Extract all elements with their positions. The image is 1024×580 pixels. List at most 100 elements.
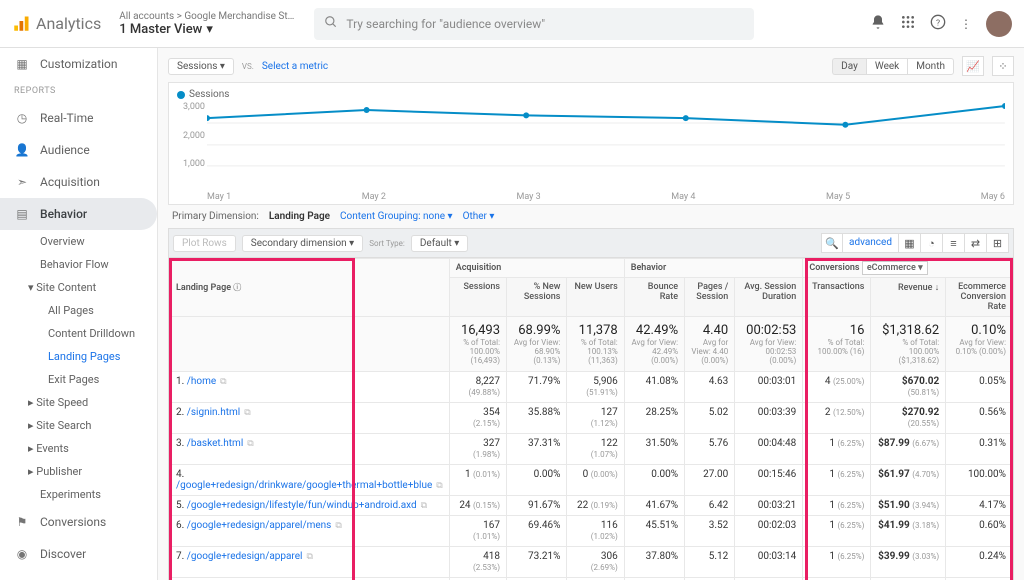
bell-icon[interactable] <box>870 14 886 33</box>
external-link-icon[interactable]: ⧉ <box>244 408 250 418</box>
table-row[interactable]: 3. /basket.html⧉ 327 (1.98%) 37.31% 122 … <box>170 434 1013 465</box>
table-view-icon[interactable]: ▦ <box>899 233 921 253</box>
topbar: Analytics All accounts > Google Merchand… <box>0 0 1024 48</box>
col-transactions[interactable]: Transactions <box>803 278 871 317</box>
sub-site-speed[interactable]: ▸ Site Speed <box>0 391 157 414</box>
sidebar-customization[interactable]: ▦ Customization <box>0 48 157 80</box>
sidebar-behavior[interactable]: ▤Behavior <box>0 198 157 230</box>
conversions-select[interactable]: eCommerce ▾ <box>862 261 928 275</box>
period-month[interactable]: Month <box>907 58 954 75</box>
select-metric-link[interactable]: Select a metric <box>262 61 328 72</box>
account-breadcrumb: All accounts > Google Merchandise St… <box>119 11 294 22</box>
avatar[interactable] <box>986 11 1012 37</box>
help-icon[interactable]: ? <box>930 14 946 33</box>
performance-view-icon[interactable]: ≡ <box>943 233 965 253</box>
primary-dim-value[interactable]: Landing Page <box>269 211 330 222</box>
sidebar-label: Acquisition <box>40 175 100 189</box>
totals-row: 16,493% of Total: 100.00% (16,493) 68.99… <box>170 317 1013 372</box>
apps-icon[interactable] <box>900 14 916 33</box>
account-switcher[interactable]: All accounts > Google Merchandise St… 1 … <box>119 11 294 37</box>
table-row[interactable]: 4. /google+redesign/drinkware/google+the… <box>170 465 1013 496</box>
group-conversions: Conversions eCommerce ▾ <box>803 259 1013 278</box>
external-link-icon[interactable]: ⧉ <box>436 481 442 491</box>
xtick: May 4 <box>671 192 695 202</box>
legend-dot-icon <box>177 91 185 99</box>
sub-content-drilldown[interactable]: Content Drilldown <box>0 322 157 345</box>
comparison-view-icon[interactable]: ⇄ <box>965 233 987 253</box>
col-new-users[interactable]: New Users <box>567 278 624 317</box>
secondary-dim-select[interactable]: Secondary dimension ▾ <box>242 235 363 252</box>
percent-view-icon[interactable]: ◔ <box>921 233 943 253</box>
sidebar-audience[interactable]: 👤Audience <box>0 134 157 166</box>
external-link-icon[interactable]: ⧉ <box>306 552 312 562</box>
col-ecr[interactable]: Ecommerce Conversion Rate <box>946 278 1013 317</box>
search-icon[interactable]: 🔍 <box>821 233 843 253</box>
sub-site-content[interactable]: ▾ Site Content <box>0 276 157 299</box>
other-link[interactable]: Other ▾ <box>463 211 495 222</box>
chart-dots-icon[interactable]: ⁘ <box>992 56 1014 76</box>
data-table: Landing Page ⓘ Acquisition Behavior Conv… <box>168 258 1014 580</box>
col-revenue[interactable]: Revenue ↓ <box>871 278 946 317</box>
external-link-icon[interactable]: ⧉ <box>220 377 226 387</box>
sub-experiments[interactable]: Experiments <box>0 483 157 506</box>
sidebar-label: Conversions <box>40 515 106 529</box>
sort-type-select[interactable]: Default ▾ <box>411 235 469 252</box>
landing-page-link[interactable]: /google+redesign/apparel/mens <box>187 520 332 531</box>
table-row[interactable]: 7. /google+redesign/apparel⧉ 418 (2.53%)… <box>170 547 1013 578</box>
sidebar-admin[interactable]: ⚙Admin <box>0 570 157 580</box>
plot-rows-button[interactable]: Plot Rows <box>173 235 236 252</box>
sub-publisher[interactable]: ▸ Publisher <box>0 460 157 483</box>
table-row[interactable]: 6. /google+redesign/apparel/mens⧉ 167 (1… <box>170 516 1013 547</box>
advanced-link[interactable]: advanced <box>843 233 899 253</box>
acquisition-icon: ➣ <box>14 174 30 190</box>
search-input[interactable]: Try searching for "audience overview" <box>314 8 754 40</box>
chevron-down-icon: ▾ <box>206 22 213 37</box>
sub-exit-pages[interactable]: Exit Pages <box>0 368 157 391</box>
col-landing-page[interactable]: Landing Page ⓘ <box>170 259 450 317</box>
col-sessions[interactable]: Sessions <box>449 278 506 317</box>
sub-events[interactable]: ▸ Events <box>0 437 157 460</box>
col-duration[interactable]: Avg. Session Duration <box>735 278 803 317</box>
period-toggle: Day Week Month <box>832 58 954 75</box>
sub-landing-pages[interactable]: Landing Pages <box>0 345 157 368</box>
bulb-icon: ◉ <box>14 546 30 562</box>
external-link-icon[interactable]: ⧉ <box>421 501 427 511</box>
sub-behavior-flow[interactable]: Behavior Flow <box>0 253 157 276</box>
sub-overview[interactable]: Overview <box>0 230 157 253</box>
ytick: 1,000 <box>177 159 205 169</box>
col-new-sessions[interactable]: % New Sessions <box>507 278 567 317</box>
sidebar-discover[interactable]: ◉Discover <box>0 538 157 570</box>
sub-all-pages[interactable]: All Pages <box>0 299 157 322</box>
xtick: May 2 <box>362 192 386 202</box>
sidebar-conversions[interactable]: ⚑Conversions <box>0 506 157 538</box>
period-day[interactable]: Day <box>832 58 866 75</box>
landing-page-link[interactable]: /signin.html <box>187 407 240 418</box>
analytics-logo-icon <box>12 15 30 33</box>
col-bounce[interactable]: Bounce Rate <box>624 278 684 317</box>
landing-page-link[interactable]: /google+redesign/lifestyle/fun/windup+an… <box>187 500 417 511</box>
table-row[interactable]: 1. /home⧉ 8,227 (49.88%) 71.79% 5,906 (5… <box>170 372 1013 403</box>
sidebar: ▦ Customization REPORTS ◷Real-Time 👤Audi… <box>0 48 158 580</box>
chart-type-icon[interactable]: 📈 <box>962 56 984 76</box>
landing-page-link[interactable]: /google+redesign/drinkware/google+therma… <box>176 480 432 491</box>
table-row[interactable]: 2. /signin.html⧉ 354 (2.15%) 35.88% 127 … <box>170 403 1013 434</box>
pivot-view-icon[interactable]: ⊞ <box>987 233 1009 253</box>
external-link-icon[interactable]: ⧉ <box>247 439 253 449</box>
more-icon[interactable]: ⋮ <box>960 17 972 31</box>
sub-site-search[interactable]: ▸ Site Search <box>0 414 157 437</box>
group-behavior: Behavior <box>624 259 803 278</box>
sidebar-realtime[interactable]: ◷Real-Time <box>0 102 157 134</box>
landing-page-link[interactable]: /basket.html <box>187 438 244 449</box>
sidebar-label: Real-Time <box>40 111 93 125</box>
table-row[interactable]: 5. /google+redesign/lifestyle/fun/windup… <box>170 496 1013 516</box>
content-grouping-link[interactable]: Content Grouping: none ▾ <box>340 211 453 222</box>
metric-selector[interactable]: Sessions ▾ <box>168 58 234 75</box>
landing-page-link[interactable]: /home <box>187 376 216 387</box>
logo[interactable]: Analytics <box>12 14 101 33</box>
sidebar-acquisition[interactable]: ➣ Acquisition <box>0 166 157 198</box>
external-link-icon[interactable]: ⧉ <box>335 521 341 531</box>
period-week[interactable]: Week <box>866 58 907 75</box>
landing-page-link[interactable]: /google+redesign/apparel <box>187 551 303 562</box>
col-pps[interactable]: Pages / Session <box>685 278 735 317</box>
xtick: May 5 <box>826 192 850 202</box>
